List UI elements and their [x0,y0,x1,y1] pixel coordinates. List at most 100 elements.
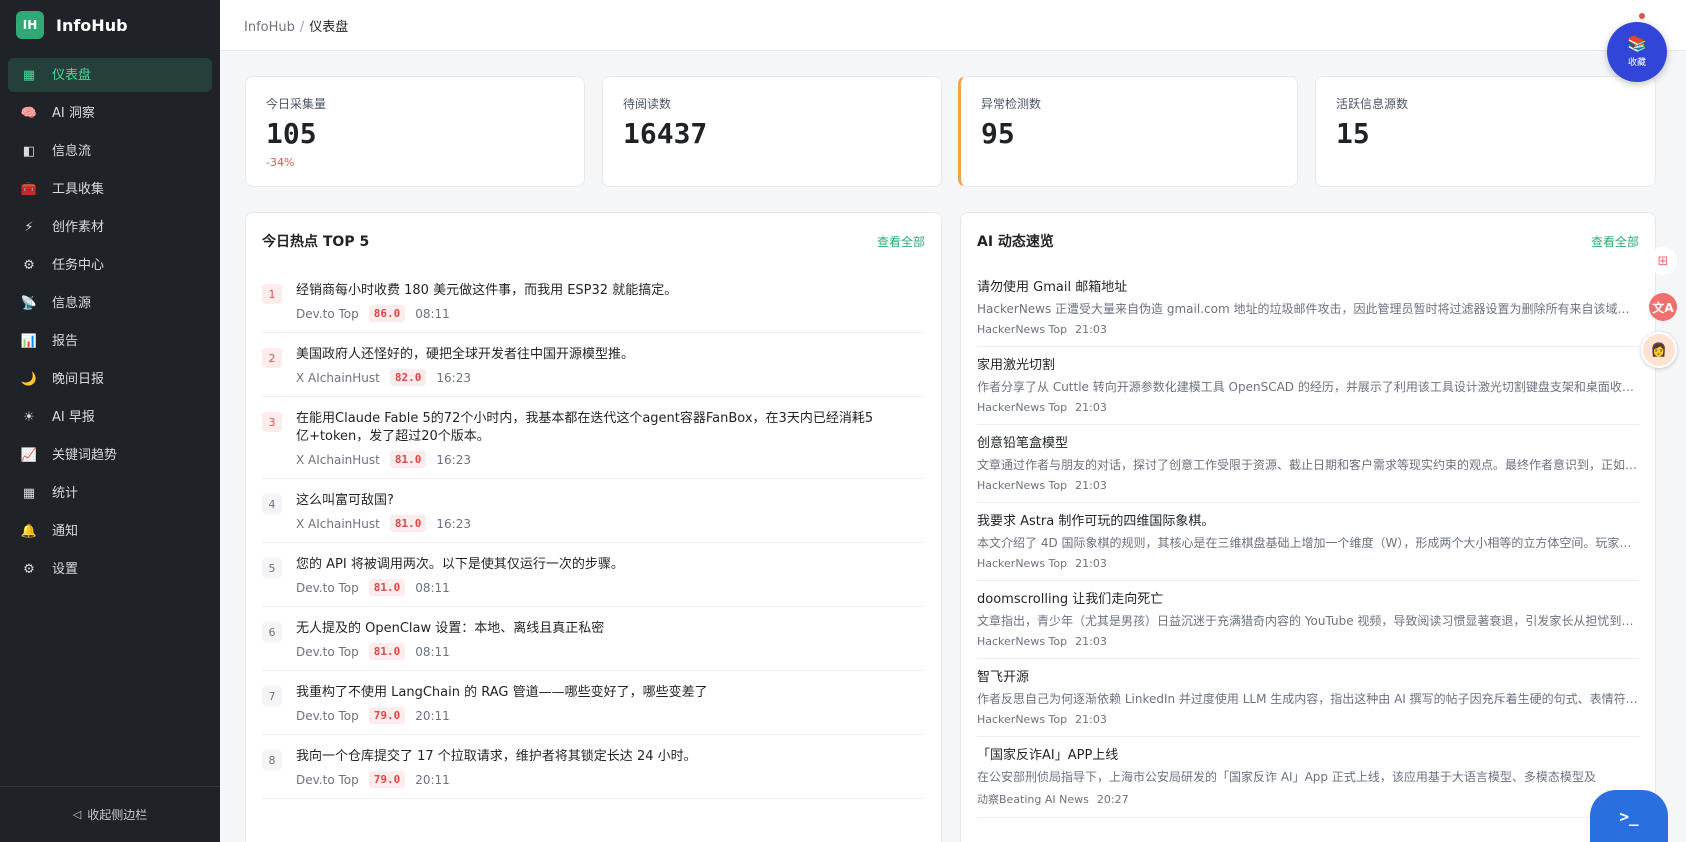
sidebar-item-label: AI 洞察 [52,105,95,121]
breadcrumb-root[interactable]: InfoHub [244,20,295,35]
hot-topic-item[interactable]: 7 我重构了不使用 LangChain 的 RAG 管道——哪些变好了，哪些变差… [262,671,925,735]
ai-news-title[interactable]: 我要求 Astra 制作可玩的四维国际象棋。 [977,513,1639,531]
sidebar-item-reports[interactable]: 📊 报告 [8,324,212,358]
hot-topic-item[interactable]: 5 您的 API 将被调用两次。以下是使其仅运行一次的步骤。 Dev.to To… [262,543,925,607]
score-badge: 79.0 [368,771,406,788]
hot-topic-item[interactable]: 8 我向一个仓库提交了 17 个拉取请求，维护者将其锁定长达 24 小时。 De… [262,735,925,799]
hot-topic-body: 美国政府人还怪好的，硬把全球开发者往中国开源模型推。 X AIchainHust… [296,342,925,386]
sidebar-item-creative[interactable]: ⚡ 创作素材 [8,210,212,244]
collapse-sidebar-button[interactable]: ◁ 收起侧边栏 [0,786,220,842]
sidebar-nav: ▦ 仪表盘 🧠 AI 洞察 ◧ 信息流 🧰 工具收集 ⚡ 创作素材 ⚙ 任务中心 📡 信息源 … [0,58,220,586]
stat-value: 105 [266,117,317,150]
ai-news-item[interactable]: 智飞开源 作者反思自己为何逐渐依赖 LinkedIn 并过度使用 LLM 生成内… [977,659,1639,737]
rank-badge: 3 [262,412,282,432]
hot-topic-item[interactable]: 2 美国政府人还怪好的，硬把全球开发者往中国开源模型推。 X AIchainHu… [262,333,925,397]
hot-topic-title[interactable]: 您的 API 将被调用两次。以下是使其仅运行一次的步骤。 [296,556,925,574]
rank-badge: 7 [262,686,282,706]
ai-news-list: 请勿使用 Gmail 邮箱地址 HackerNews 正遭受大量来自伪造 gma… [961,269,1655,818]
stat-card-anomalies: 异常检测数 95 [958,76,1298,187]
ai-news-title[interactable]: 请勿使用 Gmail 邮箱地址 [977,279,1639,297]
sidebar-item-label: 工具收集 [52,181,105,197]
sidebar-item-tasks[interactable]: ⚙ 任务中心 [8,248,212,282]
sidebar-item-evening-report[interactable]: 🌙 晚间日报 [8,362,212,396]
hot-topic-body: 在能用Claude Fable 5的72个小时内，我基本都在迭代这个agent容… [296,406,925,468]
hot-topic-title[interactable]: 在能用Claude Fable 5的72个小时内，我基本都在迭代这个agent容… [296,410,925,446]
ai-news-title[interactable]: 智飞开源 [977,669,1639,687]
source-name: Dev.to Top [296,772,359,787]
source-name: X AIchainHust [296,516,380,531]
ai-news-item[interactable]: 我要求 Astra 制作可玩的四维国际象棋。 本文介绍了 4D 国际象棋的规则，… [977,503,1639,581]
view-all-link[interactable]: 查看全部 [1591,233,1639,250]
rank-badge: 1 [262,284,282,304]
hot-topic-title[interactable]: 我向一个仓库提交了 17 个拉取请求，维护者将其锁定长达 24 小时。 [296,748,925,766]
sidebar-item-settings[interactable]: ⚙ 设置 [8,552,212,586]
ai-news-title[interactable]: doomscrolling 让我们走向死亡 [977,591,1639,609]
hot-topic-meta: Dev.to Top 79.0 20:11 [296,771,925,788]
rank-badge: 2 [262,348,282,368]
hot-topic-item[interactable]: 6 无人提及的 OpenClaw 设置：本地、离线且真正私密 Dev.to To… [262,607,925,671]
timestamp: 20:11 [415,708,450,723]
brand[interactable]: IH InfoHub [0,0,220,50]
sidebar-item-tools[interactable]: 🧰 工具收集 [8,172,212,206]
hot-topic-item[interactable]: 4 这么叫富可敌国? X AIchainHust 81.0 16:23 [262,479,925,543]
source-name: HackerNews Top [977,557,1068,570]
hot-topic-item[interactable]: 1 经销商每小时收费 180 美元做这件事，而我用 ESP32 就能搞定。 De… [262,269,925,333]
source-name: HackerNews Top [977,479,1068,492]
panel-header: AI 动态速览 查看全部 [961,213,1655,269]
ai-news-item[interactable]: 「国家反诈AI」APP上线 在公安部刑侦局指导下，上海市公安局研发的「国家反诈 … [977,737,1639,818]
favorites-button[interactable]: 📚 收藏 [1607,22,1667,82]
timestamp: 21:03 [1075,479,1107,492]
ai-news-item[interactable]: 请勿使用 Gmail 邮箱地址 HackerNews 正遭受大量来自伪造 gma… [977,269,1639,347]
ai-news-meta: HackerNews Top 21:03 [977,401,1639,414]
hot-topics-panel: 今日热点 TOP 5 查看全部 1 经销商每小时收费 180 美元做这件事，而我… [245,212,942,842]
ai-news-item[interactable]: 创意铅笔盒模型 文章通过作者与朋友的对话，探讨了创意工作受限于资源、截止日期和客… [977,425,1639,503]
ai-news-title[interactable]: 家用激光切割 [977,357,1639,375]
books-icon: 📚 [1627,34,1647,53]
sidebar-item-label: 信息流 [52,143,92,159]
ai-news-title[interactable]: 创意铅笔盒模型 [977,435,1639,453]
sidebar-item-keyword-trends[interactable]: 📈 关键词趋势 [8,438,212,472]
rank-badge: 8 [262,750,282,770]
ai-news-item[interactable]: 家用激光切割 作者分享了从 Cuttle 转向开源参数化建模工具 OpenSCA… [977,347,1639,425]
notification-dot [1639,13,1645,19]
brand-logo: IH [16,11,44,39]
sidebar-item-morning-report[interactable]: ☀ AI 早报 [8,400,212,434]
sidebar-item-statistics[interactable]: ▦ 统计 [8,476,212,510]
stat-card-today-collected: 今日采集量 105 -34% [245,76,585,187]
bell-icon: 🔔 [20,523,38,539]
hot-topic-title[interactable]: 我重构了不使用 LangChain 的 RAG 管道——哪些变好了，哪些变差了 [296,684,925,702]
view-all-link[interactable]: 查看全部 [877,233,925,250]
breadcrumb-current: 仪表盘 [309,19,349,35]
ai-news-item[interactable]: doomscrolling 让我们走向死亡 文章指出，青少年（尤其是男孩）日益沉… [977,581,1639,659]
ai-news-summary: 文章通过作者与朋友的对话，探讨了创意工作受限于资源、截止日期和客户需求等现实约束… [977,458,1639,472]
chevron-left-icon: ◁ [72,808,82,821]
satellite-icon: 📡 [20,295,38,311]
assistant-avatar[interactable]: 👩 [1641,332,1677,368]
hot-topic-title[interactable]: 美国政府人还怪好的，硬把全球开发者往中国开源模型推。 [296,346,925,364]
sidebar-item-notifications[interactable]: 🔔 通知 [8,514,212,548]
score-badge: 79.0 [368,707,406,724]
ai-news-summary: 作者分享了从 Cuttle 转向开源参数化建模工具 OpenSCAD 的经历，并… [977,380,1639,394]
grid-add-icon[interactable]: ⊞ [1649,247,1677,275]
sidebar-item-sources[interactable]: 📡 信息源 [8,286,212,320]
hot-topic-title[interactable]: 经销商每小时收费 180 美元做这件事，而我用 ESP32 就能搞定。 [296,282,925,300]
source-name: X AIchainHust [296,452,380,467]
sun-icon: ☀ [23,409,35,425]
score-badge: 81.0 [368,579,406,596]
timestamp: 16:23 [436,452,471,467]
sidebar-item-feed[interactable]: ◧ 信息流 [8,134,212,168]
score-badge: 81.0 [389,451,427,468]
sidebar-item-dashboard[interactable]: ▦ 仪表盘 [8,58,212,92]
bar-chart-icon: 📊 [20,333,38,349]
breadcrumb: InfoHub / 仪表盘 [244,16,348,35]
hot-topic-item[interactable]: 3 在能用Claude Fable 5的72个小时内，我基本都在迭代这个agen… [262,397,925,479]
breadcrumb-separator: / [299,19,305,35]
terminal-icon[interactable]: >_ [1590,790,1668,842]
hot-topic-title[interactable]: 无人提及的 OpenClaw 设置：本地、离线且真正私密 [296,620,925,638]
translate-icon[interactable]: 文A [1649,293,1677,321]
hot-topic-title[interactable]: 这么叫富可敌国? [296,492,925,510]
favorites-label: 收藏 [1627,58,1646,68]
sidebar-item-ai-insights[interactable]: 🧠 AI 洞察 [8,96,212,130]
ai-news-title[interactable]: 「国家反诈AI」APP上线 [977,747,1639,765]
ai-news-summary: HackerNews 正遭受大量来自伪造 gmail.com 地址的垃圾邮件攻击… [977,302,1639,316]
